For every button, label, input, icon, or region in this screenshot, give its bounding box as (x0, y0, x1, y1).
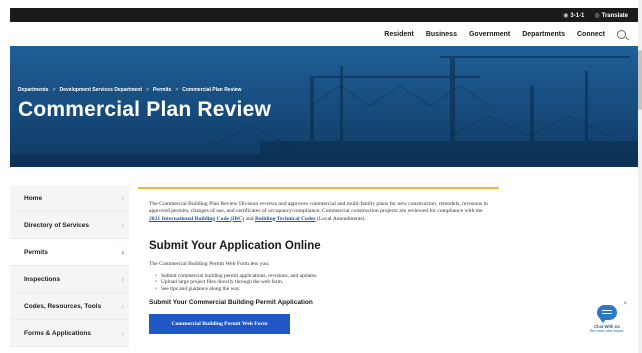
breadcrumb-departments[interactable]: Departments (18, 87, 49, 93)
sidebar-item-codes[interactable]: Codes, Resources, Tools › (10, 293, 129, 320)
chevron-right-icon: › (121, 301, 124, 311)
breadcrumb-current: Commercial Plan Review (182, 87, 242, 93)
web-form-button[interactable]: Commercial Building Permit Web Form (149, 313, 290, 334)
breadcrumb-development-services[interactable]: Development Services Department (60, 87, 143, 93)
breadcrumb-permits[interactable]: Permits (153, 87, 171, 93)
breadcrumb: Departments > Development Services Depar… (18, 87, 241, 93)
chevron-right-icon: › (121, 247, 124, 257)
nav-resident[interactable]: Resident (384, 31, 414, 38)
nav-departments[interactable]: Departments (522, 31, 565, 38)
nav-government[interactable]: Government (469, 31, 510, 38)
chevron-right-icon: › (121, 274, 124, 284)
phone-icon: ◉ (563, 12, 569, 19)
sidebar-item-inspections[interactable]: Inspections › (10, 266, 129, 293)
nav-connect[interactable]: Connect (577, 31, 605, 38)
search-icon[interactable] (617, 29, 626, 39)
list-item: See tips and guidance along the way. (155, 286, 499, 293)
globe-icon: ◎ (594, 12, 600, 19)
main-content: The Commercial Building Plan Review Divi… (138, 187, 499, 334)
building-technical-codes-link[interactable]: Building Technical Codes (255, 216, 316, 222)
chevron-right-icon: › (121, 328, 124, 338)
scrollbar-thumb[interactable] (638, 50, 642, 110)
subheading: Submit Your Commercial Building Permit A… (149, 298, 313, 306)
chevron-right-icon: › (121, 193, 124, 203)
sidebar-item-directory[interactable]: Directory of Services › (10, 212, 129, 239)
sidebar-item-home[interactable]: Home › (10, 185, 129, 212)
lead-text: The Commercial Building Permit Web Form … (149, 260, 270, 267)
close-icon[interactable]: × (623, 301, 627, 307)
sidebar-item-forms[interactable]: Forms & Applications › (10, 320, 129, 347)
chat-bubble-icon[interactable] (597, 305, 617, 323)
chat-widget[interactable]: × Chat With Us We have new hours. (585, 301, 629, 334)
breadcrumb-separator: > (52, 87, 56, 93)
main-nav: Resident Business Government Departments… (10, 22, 638, 46)
nav-business[interactable]: Business (426, 31, 457, 38)
utility-bar: ◉ 3-1-1 ◎ Translate (10, 8, 638, 22)
breadcrumb-separator: > (175, 87, 179, 93)
phone-link[interactable]: ◉ 3-1-1 (563, 12, 584, 19)
chat-subtitle: We have new hours. (589, 329, 625, 333)
intro-paragraph: The Commercial Building Plan Review Divi… (149, 201, 488, 222)
breadcrumb-separator: > (146, 87, 149, 93)
hero-spacer (10, 167, 638, 179)
sidebar-nav: Home › Directory of Services › Permits ›… (10, 185, 129, 347)
page-title: Commercial Plan Review (18, 98, 272, 121)
chevron-right-icon: › (121, 220, 124, 230)
translate-link[interactable]: ◎ Translate (594, 12, 628, 19)
ibc-link[interactable]: 2021 International Building Code (IBC) (149, 216, 244, 222)
accent-rule (138, 187, 499, 189)
list-item: Upload large project files directly thro… (155, 279, 499, 286)
hero-banner: Departments > Development Services Depar… (10, 46, 638, 167)
section-heading: Submit Your Application Online (149, 239, 321, 252)
window-top-margin (0, 0, 642, 8)
sidebar-item-permits[interactable]: Permits › (10, 239, 129, 266)
feature-list: Submit commercial building permit applic… (138, 273, 499, 293)
